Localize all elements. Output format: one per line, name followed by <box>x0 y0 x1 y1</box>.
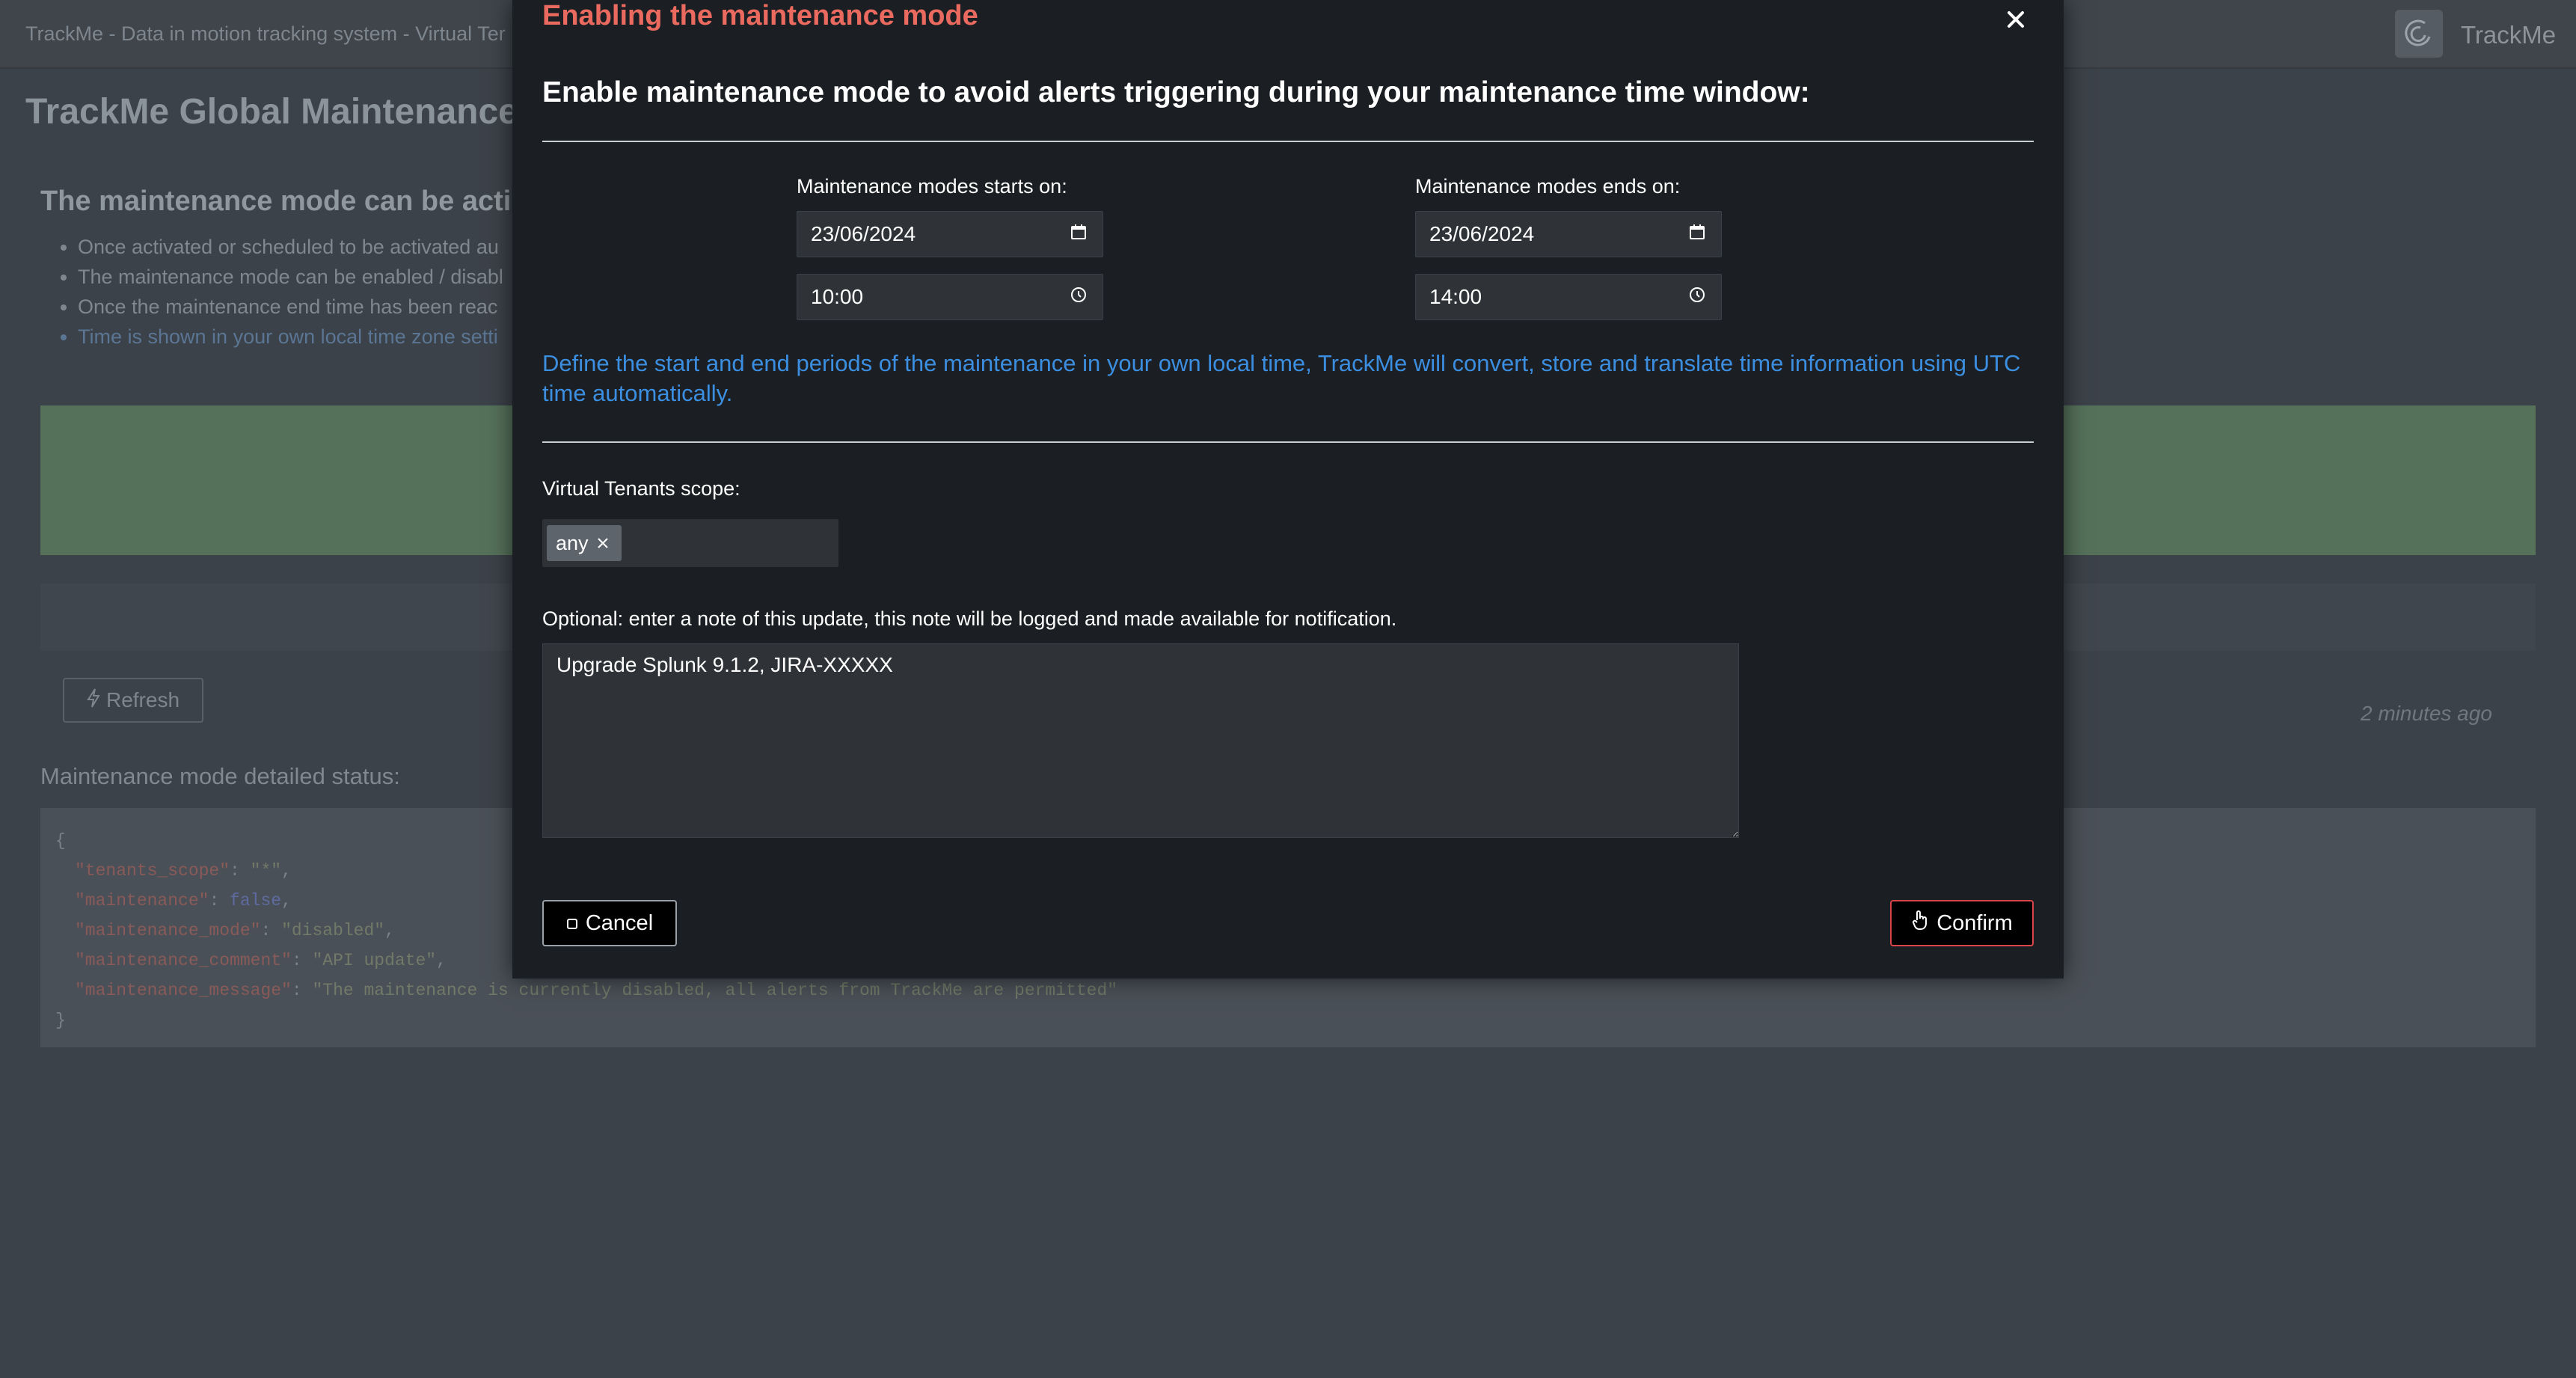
list-item: Once the maintenance end time has been r… <box>78 292 503 322</box>
section-subtitle: The maintenance mode can be acti <box>40 186 512 217</box>
refresh-label: Refresh <box>105 688 180 711</box>
timezone-info-text: Define the start and end periods of the … <box>542 350 2021 406</box>
confirm-button[interactable]: Confirm <box>1890 900 2034 946</box>
json-brace: } <box>55 1011 66 1030</box>
app-breadcrumb-title: TrackMe - Data in motion tracking system… <box>25 22 506 45</box>
maintenance-modal: Enabling the maintenance mode Enable mai… <box>512 0 2064 979</box>
confirm-label: Confirm <box>1936 910 2013 935</box>
start-time-input[interactable]: 10:00 <box>797 274 1103 320</box>
calendar-icon[interactable] <box>1688 222 1706 246</box>
start-time-value: 10:00 <box>811 285 864 308</box>
list-item: The maintenance mode can be enabled / di… <box>78 262 503 292</box>
list-item: Once activated or scheduled to be activa… <box>78 232 503 262</box>
note-label: Optional: enter a note of this update, t… <box>542 607 1397 630</box>
page-title: TrackMe Global Maintenance M <box>25 92 559 132</box>
cancel-label: Cancel <box>585 910 654 935</box>
refresh-button[interactable]: Refresh <box>63 678 203 723</box>
divider <box>542 441 2034 443</box>
trackme-logo-icon[interactable] <box>2395 10 2443 58</box>
end-date-input[interactable]: 23/06/2024 <box>1415 211 1722 257</box>
start-date-input[interactable]: 23/06/2024 <box>797 211 1103 257</box>
end-label: Maintenance modes ends on: <box>1415 175 1681 197</box>
tenants-scope-label: Virtual Tenants scope: <box>542 477 740 500</box>
detailed-status-label: Maintenance mode detailed status: <box>40 763 400 789</box>
tenants-scope-multiselect[interactable]: any <box>542 519 838 567</box>
calendar-icon[interactable] <box>1070 222 1088 246</box>
tenant-tag-chip[interactable]: any <box>547 525 622 561</box>
start-label: Maintenance modes starts on: <box>797 175 1067 197</box>
timezone-settings-link[interactable]: Time is shown in your own local time zon… <box>78 322 503 352</box>
info-bullet-list: Once activated or scheduled to be activa… <box>51 232 503 352</box>
modal-heading: Enable maintenance mode to avoid alerts … <box>542 76 1810 108</box>
remove-tag-icon[interactable] <box>596 532 610 555</box>
bolt-icon <box>87 688 100 713</box>
clock-icon[interactable] <box>1070 285 1088 309</box>
app-brand-name: TrackMe <box>2461 21 2557 49</box>
tenant-tag-label: any <box>556 531 589 554</box>
cancel-button[interactable]: Cancel <box>542 900 677 946</box>
last-updated-text: 2 minutes ago <box>2361 702 2492 725</box>
end-time-input[interactable]: 14:00 <box>1415 274 1722 320</box>
end-date-value: 23/06/2024 <box>1429 222 1535 245</box>
end-time-value: 14:00 <box>1429 285 1482 308</box>
divider <box>542 141 2034 142</box>
stop-icon <box>566 911 578 936</box>
clock-icon[interactable] <box>1688 285 1706 309</box>
note-textarea[interactable]: Upgrade Splunk 9.1.2, JIRA-XXXXX <box>542 643 1739 838</box>
close-icon[interactable] <box>1999 3 2032 36</box>
hand-pointer-icon <box>1911 910 1929 937</box>
start-date-value: 23/06/2024 <box>811 222 916 245</box>
json-line: "maintenance_message": "The maintenance … <box>75 981 1118 1000</box>
modal-title: Enabling the maintenance mode <box>542 0 978 31</box>
